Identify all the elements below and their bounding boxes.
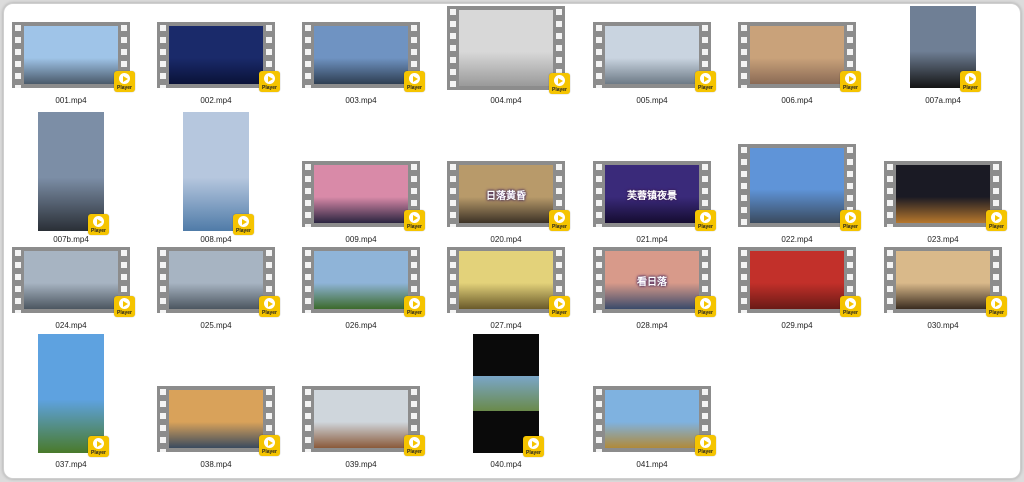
file-name-label: 040.mp4 — [490, 460, 522, 469]
video-thumbnail[interactable] — [157, 386, 275, 452]
play-icon — [93, 438, 104, 449]
player-badge-label: Player — [261, 449, 277, 455]
film-strip-holes — [738, 247, 750, 313]
player-badge-icon: Player — [986, 296, 1007, 317]
video-thumbnail[interactable] — [884, 247, 1002, 313]
thumbnail-image — [169, 390, 263, 448]
file-name-label: 029.mp4 — [781, 321, 813, 330]
video-thumbnail[interactable] — [738, 247, 856, 313]
film-strip-holes — [157, 386, 169, 452]
file-name-label: 030.mp4 — [927, 321, 959, 330]
file-item[interactable]: Player 038.mp4 — [157, 4, 280, 478]
thumbnail-image — [750, 251, 844, 309]
play-icon — [700, 437, 711, 448]
player-badge-icon: Player — [259, 435, 280, 456]
file-item[interactable]: Player 037.mp4 — [12, 4, 130, 478]
video-thumbnail[interactable] — [593, 386, 711, 452]
player-badge-icon: Player — [523, 436, 544, 457]
file-item[interactable]: Player 039.mp4 — [302, 4, 425, 478]
player-badge-label: Player — [842, 310, 858, 316]
player-badge-label: Player — [90, 450, 106, 456]
film-strip-holes — [884, 247, 896, 313]
file-item[interactable]: Player 029.mp4 — [738, 4, 861, 478]
player-badge-icon: Player — [88, 436, 109, 457]
thumbnail-image — [605, 390, 699, 448]
video-thumbnail[interactable] — [302, 386, 420, 452]
film-strip-holes — [302, 386, 314, 452]
film-strip-holes — [593, 386, 605, 452]
player-badge-label: Player — [988, 310, 1004, 316]
play-icon — [845, 298, 856, 309]
file-item[interactable]: Player 040.mp4 — [447, 4, 565, 478]
play-icon — [264, 437, 275, 448]
thumbnail-image — [314, 390, 408, 448]
file-name-label: 037.mp4 — [55, 460, 87, 469]
file-browser-window: Player 001.mp4 Player 002.mp4 Player 003.mp4 P… — [3, 3, 1021, 479]
play-icon — [991, 298, 1002, 309]
file-name-label: 041.mp4 — [636, 460, 668, 469]
thumbnail-scene-band — [473, 375, 539, 412]
play-icon — [409, 437, 420, 448]
player-badge-label: Player — [697, 449, 713, 455]
file-name-label: 038.mp4 — [200, 460, 232, 469]
player-badge-icon: Player — [404, 435, 425, 456]
play-icon — [528, 438, 539, 449]
file-item[interactable]: Player 041.mp4 — [593, 4, 716, 478]
player-badge-icon: Player — [840, 296, 861, 317]
file-name-label: 039.mp4 — [345, 460, 377, 469]
player-badge-label: Player — [406, 449, 422, 455]
player-badge-icon: Player — [695, 435, 716, 456]
file-item[interactable]: Player 030.mp4 — [884, 4, 1007, 478]
thumbnail-image — [896, 251, 990, 309]
player-badge-label: Player — [525, 450, 541, 456]
